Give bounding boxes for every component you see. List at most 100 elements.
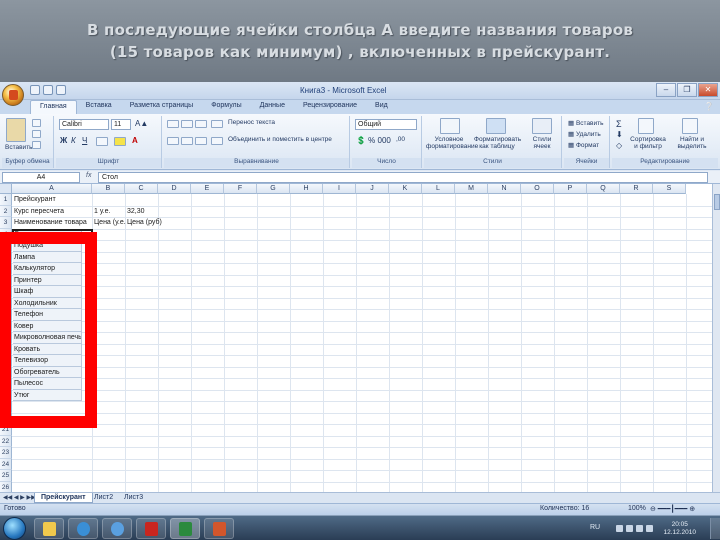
item-cell[interactable]: Микроволновая печь xyxy=(13,332,82,344)
column-header[interactable]: D xyxy=(158,184,191,194)
spreadsheet-grid[interactable]: A B C D E F G H I J K L M N O P Q R S 1 2 3 4 5 6 7 8 9 10 11 12 13 14 15… xyxy=(0,184,712,492)
tab-formulas[interactable]: Формулы xyxy=(202,100,250,114)
taskbar-browser[interactable] xyxy=(102,518,132,539)
row-header[interactable]: 22 xyxy=(0,435,12,447)
font-color-icon[interactable]: A xyxy=(132,136,138,145)
tab-data[interactable]: Данные xyxy=(251,100,294,114)
item-cell[interactable]: Принтер xyxy=(13,274,82,286)
row-header[interactable]: 26 xyxy=(0,481,12,492)
close-button[interactable]: ✕ xyxy=(698,83,718,97)
volume-icon[interactable] xyxy=(646,525,653,532)
vertical-scrollbar[interactable] xyxy=(712,184,720,492)
clock[interactable]: 20:05 12.12.2010 xyxy=(663,521,696,537)
row-header[interactable]: 9 xyxy=(0,286,12,298)
font-size-select[interactable]: 11 xyxy=(111,119,131,130)
start-button[interactable] xyxy=(3,517,26,540)
item-cell[interactable]: Подушка xyxy=(13,240,82,252)
item-cell[interactable]: Холодильник xyxy=(13,297,82,309)
redo-icon[interactable] xyxy=(56,85,66,95)
column-header[interactable]: B xyxy=(92,184,125,194)
insert-cells-button[interactable]: ▦ Вставить xyxy=(568,119,604,127)
conditional-format-button[interactable]: Условное форматирование xyxy=(426,136,478,150)
delete-cells-button[interactable]: ▦ Удалить xyxy=(568,130,601,138)
item-cell[interactable]: Кровать xyxy=(13,343,82,355)
row-header[interactable]: 16 xyxy=(0,366,12,378)
maximize-button[interactable]: ❐ xyxy=(677,83,697,97)
row-header[interactable]: 7 xyxy=(0,263,12,275)
item-cell[interactable]: Ковер xyxy=(13,320,82,332)
fill-color-icon[interactable] xyxy=(114,137,126,146)
help-icon[interactable]: ❔ xyxy=(704,102,714,111)
item-cell[interactable]: Лампа xyxy=(13,251,82,263)
row-header[interactable]: 18 xyxy=(0,389,12,401)
cell-b3[interactable]: Цена (у.е.) xyxy=(93,217,126,229)
align-middle-icon[interactable] xyxy=(181,120,193,128)
column-header[interactable]: Q xyxy=(587,184,620,194)
paste-icon[interactable] xyxy=(6,118,26,142)
column-header[interactable]: A xyxy=(12,184,92,194)
zoom-level[interactable]: 100% xyxy=(628,505,646,512)
language-indicator[interactable]: RU xyxy=(590,524,600,531)
fx-icon[interactable]: fx xyxy=(86,172,91,179)
sheet-tab-sheet3[interactable]: Лист3 xyxy=(118,493,149,503)
row-header[interactable]: 1 xyxy=(0,194,12,206)
show-desktop-button[interactable] xyxy=(710,518,720,539)
sort-filter-icon[interactable] xyxy=(638,118,654,134)
grow-font-icon[interactable]: A▲ xyxy=(135,119,148,128)
tray-arrow-icon[interactable] xyxy=(616,525,623,532)
taskbar-excel[interactable] xyxy=(170,518,200,539)
cut-icon[interactable] xyxy=(32,119,41,127)
row-header[interactable]: 4 xyxy=(0,228,12,240)
select-all-corner[interactable] xyxy=(0,184,12,194)
column-header[interactable]: S xyxy=(653,184,686,194)
cell-a2[interactable]: Курс пересчета xyxy=(13,206,93,218)
column-header[interactable]: E xyxy=(191,184,224,194)
column-header[interactable]: R xyxy=(620,184,653,194)
format-cells-button[interactable]: ▦ Формат xyxy=(568,141,599,149)
row-header[interactable]: 25 xyxy=(0,470,12,482)
name-box[interactable]: A4 xyxy=(2,172,80,183)
undo-icon[interactable] xyxy=(43,85,53,95)
orientation-icon[interactable] xyxy=(211,120,223,128)
item-cell[interactable]: Утюг xyxy=(13,389,82,401)
flag-icon[interactable] xyxy=(636,525,643,532)
row-header[interactable]: 20 xyxy=(0,412,12,424)
row-header[interactable]: 17 xyxy=(0,378,12,390)
row-header[interactable]: 24 xyxy=(0,458,12,470)
column-header[interactable]: H xyxy=(290,184,323,194)
zoom-slider[interactable]: ⊖ ━━━┃━━━ ⊕ xyxy=(650,505,695,513)
format-painter-icon[interactable] xyxy=(32,141,41,149)
row-header[interactable]: 8 xyxy=(0,274,12,286)
row-header[interactable]: 15 xyxy=(0,355,12,367)
italic-icon[interactable]: К xyxy=(71,136,76,145)
wrap-text-button[interactable]: Перенос текста xyxy=(228,119,275,126)
font-name-select[interactable]: Calibri xyxy=(59,119,109,130)
row-header[interactable]: 3 xyxy=(0,217,12,229)
tab-insert[interactable]: Вставка xyxy=(77,100,121,114)
item-cell[interactable]: Калькулятор xyxy=(13,263,82,275)
row-header[interactable]: 21 xyxy=(0,424,12,436)
row-header[interactable]: 13 xyxy=(0,332,12,344)
column-header[interactable]: O xyxy=(521,184,554,194)
column-header[interactable]: F xyxy=(224,184,257,194)
row-header[interactable]: 23 xyxy=(0,447,12,459)
item-cell[interactable]: Пылесос xyxy=(13,378,82,390)
align-left-icon[interactable] xyxy=(167,137,179,145)
cell-c2[interactable]: 32,30 xyxy=(126,206,159,218)
item-cell[interactable]: Обогреватель xyxy=(13,366,82,378)
sheet-tab-price-list[interactable]: Прейскурант xyxy=(34,493,93,503)
save-icon[interactable] xyxy=(30,85,40,95)
taskbar-powerpoint[interactable] xyxy=(204,518,234,539)
paste-label[interactable]: Вставить xyxy=(5,144,33,151)
item-cell[interactable]: Телефон xyxy=(13,309,82,321)
minimize-button[interactable]: – xyxy=(656,83,676,97)
align-right-icon[interactable] xyxy=(195,137,207,145)
row-header[interactable]: 12 xyxy=(0,320,12,332)
cell-c3[interactable]: Цена (руб) xyxy=(126,217,166,229)
row-header[interactable]: 11 xyxy=(0,309,12,321)
network-icon[interactable] xyxy=(626,525,633,532)
item-cell[interactable]: Шкаф xyxy=(13,286,82,298)
indent-icon[interactable] xyxy=(211,137,223,145)
borders-icon[interactable] xyxy=(96,137,108,146)
formula-input[interactable]: Стол xyxy=(98,172,708,183)
